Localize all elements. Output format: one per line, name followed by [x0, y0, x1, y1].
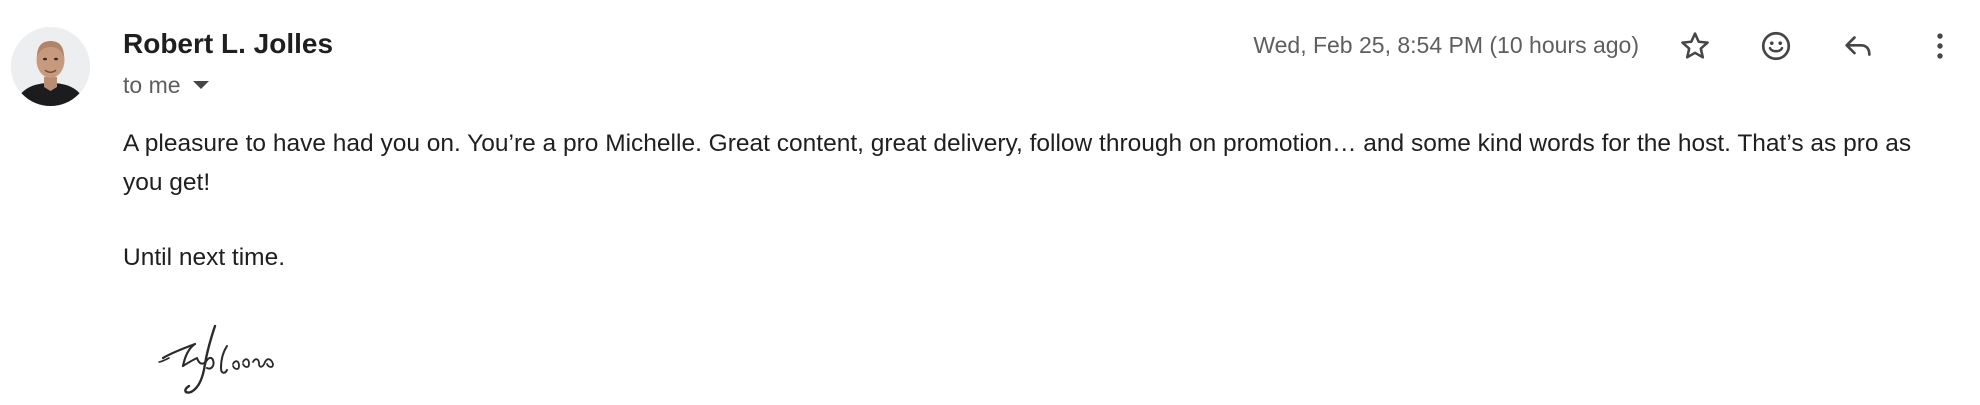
sender-name[interactable]: Robert L. Jolles	[123, 26, 333, 62]
chevron-down-icon[interactable]	[192, 81, 209, 89]
message-body: A pleasure to have had you on. You’re a …	[123, 124, 1953, 202]
recipient-details[interactable]: to me	[123, 70, 209, 100]
signature-image	[155, 318, 290, 400]
reply-button[interactable]	[1834, 22, 1882, 70]
avatar-photo	[11, 27, 90, 106]
reply-icon	[1845, 36, 1871, 56]
more-vert-icon	[1937, 33, 1943, 59]
add-reaction-button[interactable]	[1752, 22, 1800, 70]
handwritten-signature	[158, 324, 274, 394]
avatar[interactable]	[11, 27, 90, 106]
message-closing: Until next time.	[123, 244, 286, 271]
star-icon	[1681, 32, 1709, 59]
emoji-icon	[1761, 31, 1791, 61]
star-button[interactable]	[1671, 22, 1719, 70]
recipient-label: to me	[123, 72, 181, 98]
more-options-button[interactable]	[1916, 22, 1964, 70]
message-date: Wed, Feb 25, 8:54 PM (10 hours ago)	[1253, 32, 1639, 58]
message-paragraph: A pleasure to have had you on. You’re a …	[123, 130, 1912, 196]
